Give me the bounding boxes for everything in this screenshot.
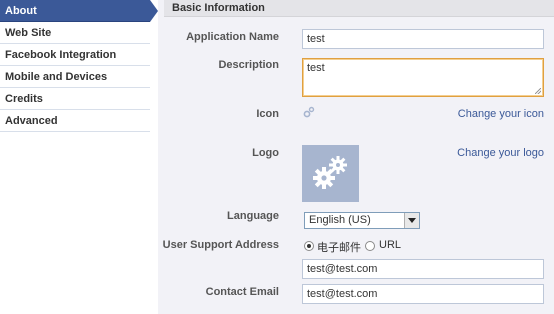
app-name-input[interactable]: test — [302, 29, 544, 49]
app-name-label: Application Name — [186, 31, 279, 43]
chevron-down-icon[interactable] — [404, 213, 419, 228]
app-icon-placeholder — [303, 106, 315, 118]
sidebar-item-credits[interactable]: Credits — [0, 88, 150, 110]
support-email-radio[interactable] — [304, 241, 314, 251]
support-url-radio-label: URL — [379, 239, 402, 251]
contact-email-label: Contact Email — [205, 286, 279, 298]
description-textarea[interactable]: test — [302, 58, 544, 97]
change-logo-link[interactable]: Change your logo — [457, 147, 544, 159]
support-address-label: User Support Address — [162, 239, 279, 251]
icon-label: Icon — [256, 108, 279, 120]
section-title: Basic Information — [164, 0, 554, 17]
change-icon-link[interactable]: Change your icon — [458, 108, 544, 120]
main-panel: Basic Information Application Name test … — [158, 0, 554, 314]
contact-email-input[interactable]: test@test.com — [302, 284, 544, 304]
sidebar-item-about[interactable]: About — [0, 0, 158, 22]
gears-icon — [313, 156, 347, 189]
language-select[interactable]: English (US) — [304, 212, 420, 229]
logo-image — [302, 145, 359, 202]
description-label: Description — [218, 59, 279, 71]
language-value: English (US) — [309, 214, 371, 226]
description-text: test — [307, 62, 325, 74]
support-email-radio-label: 电子邮件 — [317, 242, 361, 254]
support-address-input[interactable]: test@test.com — [302, 259, 544, 279]
language-label: Language — [227, 210, 279, 222]
support-url-radio[interactable] — [365, 241, 375, 251]
logo-label: Logo — [252, 147, 279, 159]
resize-handle-icon[interactable] — [535, 88, 541, 94]
